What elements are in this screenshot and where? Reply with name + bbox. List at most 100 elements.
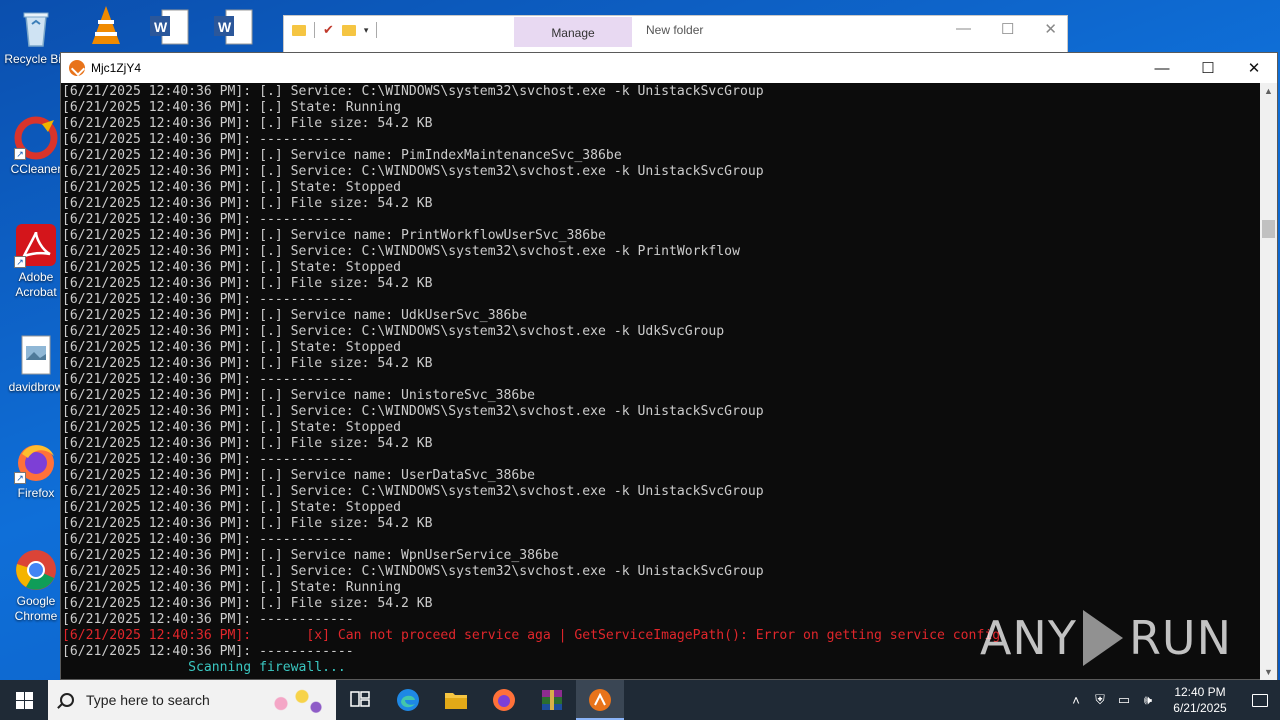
clock[interactable]: 12:40 PM 6/21/2025 xyxy=(1160,684,1240,716)
winrar-icon xyxy=(542,690,562,710)
terminal-line: [6/21/2025 12:40:36 PM]: [.] File size: … xyxy=(62,516,433,531)
terminal-line: [6/21/2025 12:40:36 PM]: [.] File size: … xyxy=(62,436,433,451)
console-titlebar[interactable]: Mjc1ZjY4 — ☐ ✕ xyxy=(61,53,1277,83)
ccleaner-icon: ↗ xyxy=(14,116,58,160)
folder-icon xyxy=(445,693,467,709)
terminal-line: [6/21/2025 12:40:36 PM]: ------------ xyxy=(62,452,354,467)
properties-icon[interactable]: ✔ xyxy=(323,22,334,38)
desktop-icon-label: CCleaner xyxy=(10,162,62,176)
terminal-line: [6/21/2025 12:40:36 PM]: [.] State: Stop… xyxy=(62,340,401,355)
desktop-icon-label: davidbrow xyxy=(8,380,64,394)
terminal-line: [6/21/2025 12:40:36 PM]: [.] Service nam… xyxy=(62,388,535,403)
svg-text:W: W xyxy=(154,19,168,35)
terminal-line: [6/21/2025 12:40:36 PM]: [.] File size: … xyxy=(62,356,433,371)
terminal-line: [6/21/2025 12:40:36 PM]: [.] Service nam… xyxy=(62,468,535,483)
terminal-line: [6/21/2025 12:40:36 PM]: [.] Service: C:… xyxy=(62,564,764,579)
close-button[interactable]: ✕ xyxy=(1231,53,1277,83)
taskbar-firefox[interactable] xyxy=(480,680,528,720)
console-window[interactable]: Mjc1ZjY4 — ☐ ✕ [6/21/2025 12:40:36 PM]: … xyxy=(60,52,1278,681)
desktop-icon-recycle-bin[interactable]: Recycle Bin xyxy=(4,6,68,67)
terminal-line: [6/21/2025 12:40:36 PM]: [.] State: Stop… xyxy=(62,260,401,275)
terminal-line: [6/21/2025 12:40:36 PM]: [.] State: Runn… xyxy=(62,100,401,115)
explorer-window-controls: — ☐ ✕ xyxy=(956,20,1057,38)
word-document-icon[interactable]: W xyxy=(148,4,192,48)
quick-access-toolbar: ✔ ▾ xyxy=(292,22,378,38)
terminal-line: [6/21/2025 12:40:36 PM]: [.] Service nam… xyxy=(62,228,606,243)
firefox-icon: ↗ xyxy=(14,440,58,484)
chevron-up-icon[interactable]: ˄ xyxy=(1064,693,1088,708)
explorer-title: New folder xyxy=(646,23,704,37)
minimize-icon: — xyxy=(1154,59,1170,77)
terminal-line: [6/21/2025 12:40:36 PM]: ------------ xyxy=(62,292,354,307)
word-document-icon[interactable]: W xyxy=(212,4,256,48)
taskbar-edge[interactable] xyxy=(384,680,432,720)
taskbar-search[interactable]: Type here to search xyxy=(48,680,336,720)
anyrun-watermark: ANY RUN xyxy=(980,610,1232,666)
volume-icon[interactable]: 🕪 xyxy=(1136,692,1160,708)
start-button[interactable] xyxy=(0,680,48,720)
terminal-output[interactable]: [6/21/2025 12:40:36 PM]: [.] Service: C:… xyxy=(61,83,1261,681)
window-title: Mjc1ZjY4 xyxy=(91,61,142,75)
watermark-text-right: RUN xyxy=(1128,611,1232,665)
terminal-line: [6/21/2025 12:40:36 PM]: [.] Service: C:… xyxy=(62,244,740,259)
tab-manage[interactable]: Manage xyxy=(514,17,632,47)
desktop-icon-ccleaner[interactable]: ↗ CCleaner xyxy=(4,116,68,177)
explorer-window[interactable]: ✔ ▾ Manage New folder — ☐ ✕ xyxy=(283,15,1068,53)
desktop-top-icons: W W xyxy=(84,4,256,48)
minimize-icon[interactable]: — xyxy=(956,20,971,38)
minimize-button[interactable]: — xyxy=(1139,53,1185,83)
taskbar-winrar[interactable] xyxy=(528,680,576,720)
network-icon[interactable]: ▭ xyxy=(1112,692,1136,708)
taskbar-file-explorer[interactable] xyxy=(432,680,480,720)
terminal-line: [6/21/2025 12:40:36 PM]: [.] File size: … xyxy=(62,116,433,131)
scrollbar-thumb[interactable] xyxy=(1262,220,1275,238)
new-folder-icon[interactable] xyxy=(341,24,356,36)
terminal-line: [6/21/2025 12:40:36 PM]: ------------ xyxy=(62,132,354,147)
terminal-line: [6/21/2025 12:40:36 PM]: [.] State: Stop… xyxy=(62,180,401,195)
terminal-line: [6/21/2025 12:40:36 PM]: [.] Service nam… xyxy=(62,548,559,563)
terminal-line: [6/21/2025 12:40:36 PM]: [.] Service nam… xyxy=(62,308,528,323)
chevron-down-icon[interactable]: ▾ xyxy=(364,25,369,36)
svg-text:W: W xyxy=(218,19,232,35)
notification-button[interactable] xyxy=(1240,693,1280,707)
terminal-line: [6/21/2025 12:40:36 PM]: [.] Service: C:… xyxy=(62,164,764,179)
scrollbar[interactable]: ▲ ▼ xyxy=(1260,83,1277,681)
terminal-line: [6/21/2025 12:40:36 PM]: [.] Service nam… xyxy=(62,148,622,163)
search-highlight-image xyxy=(260,682,330,718)
taskbar-active-app[interactable] xyxy=(576,680,624,720)
play-icon xyxy=(1082,610,1123,666)
scroll-up-icon[interactable]: ▲ xyxy=(1260,83,1277,100)
scroll-down-icon[interactable]: ▼ xyxy=(1260,664,1277,681)
desktop-icon-adobe-acrobat[interactable]: ↗ Adobe Acrobat xyxy=(4,224,68,300)
terminal-line: [6/21/2025 12:40:36 PM]: [.] File size: … xyxy=(62,196,433,211)
task-view-button[interactable] xyxy=(336,680,384,720)
terminal-line: [6/21/2025 12:40:36 PM]: ------------ xyxy=(62,212,354,227)
terminal-line: [6/21/2025 12:40:36 PM]: [.] Service: C:… xyxy=(62,324,725,339)
maximize-icon[interactable]: ☐ xyxy=(1001,20,1014,38)
desktop-icon-label: Recycle Bin xyxy=(4,52,68,66)
terminal-line: [6/21/2025 12:40:36 PM]: [.] Service: C:… xyxy=(62,484,764,499)
system-tray: ˄ ⛨ ▭ 🕪 12:40 PM 6/21/2025 xyxy=(1064,680,1280,720)
maximize-button[interactable]: ☐ xyxy=(1185,53,1231,83)
shortcut-arrow-icon: ↗ xyxy=(14,148,26,160)
window-controls: — ☐ ✕ xyxy=(1139,53,1277,83)
terminal-line: [6/21/2025 12:40:36 PM]: [.] Service: C:… xyxy=(62,84,764,99)
desktop-icon-google-chrome[interactable]: Google Chrome xyxy=(4,548,68,624)
terminal-line: [6/21/2025 12:40:36 PM]: ------------ xyxy=(62,372,354,387)
desktop-icon-davidbrow[interactable]: davidbrow xyxy=(4,334,68,395)
notification-icon xyxy=(1252,693,1268,707)
shortcut-arrow-icon: ↗ xyxy=(14,472,26,484)
terminal-line: [6/21/2025 12:40:36 PM]: [.] State: Stop… xyxy=(62,500,401,515)
terminal-line: [6/21/2025 12:40:36 PM]: [.] State: Runn… xyxy=(62,580,401,595)
desktop-icon-label: Firefox xyxy=(17,486,55,500)
security-icon[interactable]: ⛨ xyxy=(1088,692,1112,708)
edge-icon xyxy=(397,689,419,711)
close-icon[interactable]: ✕ xyxy=(1044,20,1057,38)
desktop-icon-firefox[interactable]: ↗ Firefox xyxy=(4,440,68,501)
task-view-icon xyxy=(350,691,370,707)
taskbar: Type here to search ˄ ⛨ ▭ 🕪 12:40 PM 6/2… xyxy=(0,680,1280,720)
folder-icon[interactable] xyxy=(292,24,306,36)
terminal-line: [6/21/2025 12:40:36 PM]: ------------ xyxy=(62,532,354,547)
firefox-icon xyxy=(493,689,515,711)
vlc-icon[interactable] xyxy=(84,4,128,48)
